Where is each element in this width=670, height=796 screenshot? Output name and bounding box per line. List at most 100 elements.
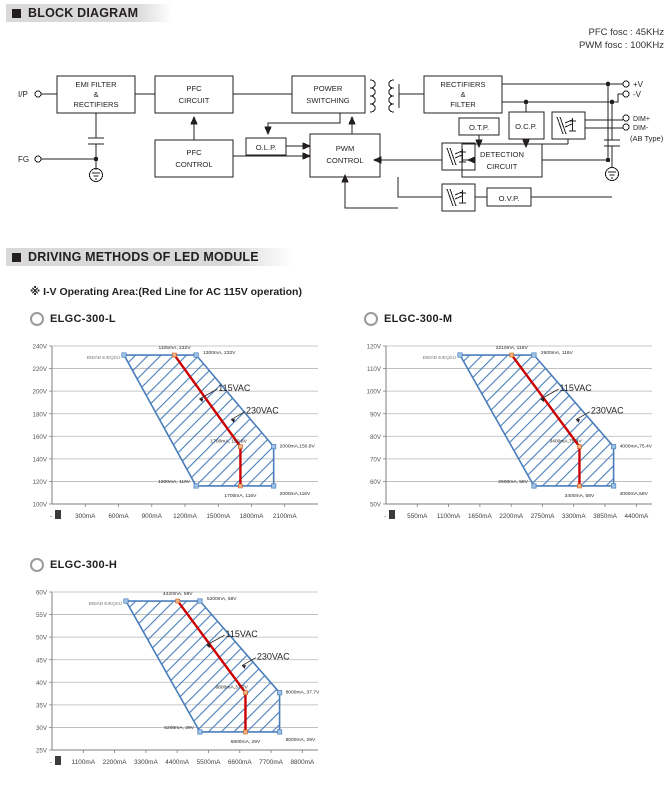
ground-symbol-output bbox=[605, 167, 619, 181]
chart-annotation: 4000mA,75.4V bbox=[620, 444, 653, 450]
label-power-switching-1: POWER bbox=[314, 84, 343, 93]
chart-annotation: 1700mA, 116V bbox=[224, 493, 257, 499]
ytick-label: 60V bbox=[36, 590, 48, 597]
ytick-label: 25V bbox=[36, 748, 48, 755]
block-power-switching bbox=[291, 75, 366, 114]
label-emi-3: RECTIFIERS bbox=[73, 100, 118, 109]
envelope-vertex-marker bbox=[197, 598, 203, 604]
chart-svg-1: 50V 60V 70V 80V 90V 100V 110V 120V 550mA 1100mA 16… bbox=[367, 344, 653, 520]
chart-annotation: 230VAC bbox=[591, 406, 624, 416]
label-dim-plus: DIM+ bbox=[633, 116, 650, 123]
chart-annotation: 115VAC bbox=[226, 629, 259, 639]
chart-annotation: 2000mA,150.8V bbox=[280, 444, 316, 450]
chart-annotation: 6800mA,37.7V bbox=[215, 685, 248, 691]
operating-area-envelope bbox=[123, 354, 275, 487]
label-detection-1: DETECTION bbox=[480, 150, 524, 159]
block-pfc-circuit bbox=[154, 75, 234, 114]
label-pwm-1: PWM bbox=[336, 144, 355, 153]
terminal-dim-plus bbox=[622, 114, 630, 122]
ytick-label: 70V bbox=[370, 456, 382, 463]
chart-annotation: 230VAC bbox=[246, 406, 279, 416]
envelope-vertex-marker bbox=[277, 690, 283, 696]
ytick-label: 50V bbox=[370, 502, 382, 509]
block-pfc-control bbox=[154, 139, 234, 178]
chart-annotation: 1300mA, 116V bbox=[158, 479, 191, 485]
label-rect-2: & bbox=[460, 90, 465, 99]
chart-annotation: 115VAC bbox=[218, 383, 251, 393]
envelope-vertex-marker bbox=[531, 483, 537, 489]
envelope-vertex-marker bbox=[271, 444, 277, 450]
envelope-vertex-marker bbox=[197, 729, 203, 735]
label-pfc-control-1: PFC bbox=[186, 148, 202, 157]
ytick-label: 120V bbox=[33, 479, 48, 486]
chart-annotation: 2210mA, 116V bbox=[496, 345, 529, 351]
origin-marker-icon bbox=[55, 510, 61, 519]
label-pfc-control-2: CONTROL bbox=[175, 160, 212, 169]
xtick-label: 8800mA bbox=[290, 759, 315, 766]
transformer-primary bbox=[369, 79, 376, 113]
chart-annotation: 1700mA, 150.8V bbox=[210, 439, 247, 445]
xtick-label: 2750mA bbox=[531, 513, 556, 520]
label-rect-3: FILTER bbox=[450, 100, 476, 109]
xtick-label: 1100mA bbox=[437, 513, 461, 520]
xtick-label: 3300mA bbox=[134, 759, 159, 766]
block-diagram: EMI FILTER & RECTIFIERS PFC CIRCUIT PFC … bbox=[18, 75, 664, 212]
label-minus-v: -V bbox=[633, 90, 642, 99]
ytick-label: 40V bbox=[36, 680, 48, 687]
label-emi-1: EMI FILTER bbox=[75, 80, 117, 89]
xtick-label: 1100mA bbox=[72, 759, 96, 766]
xtick-label: 5500mA bbox=[197, 759, 222, 766]
ytick-label: 240V bbox=[33, 344, 48, 351]
ground-symbol-input bbox=[89, 168, 103, 182]
chart-annotation: 8000mA, 37.7V bbox=[286, 690, 320, 696]
envelope-vertex-marker bbox=[121, 352, 127, 358]
xtick-label: 1650mA bbox=[468, 513, 493, 520]
envelope-vertex-marker bbox=[611, 444, 617, 450]
chart-annotation: 5200mA, 29V bbox=[164, 725, 194, 731]
chart-annotation: 6800mA, 29V bbox=[231, 739, 261, 745]
chart-title-text-l: ELGC-300-L bbox=[50, 313, 116, 325]
label-fg: FG bbox=[18, 155, 29, 164]
ytick-label: 200V bbox=[33, 389, 48, 396]
ytick-label: 35V bbox=[36, 702, 48, 709]
chart-annotation: 3400mA,75.4V bbox=[549, 439, 582, 445]
red-line-vertex-marker bbox=[175, 598, 181, 604]
label-olp: O.L.P. bbox=[256, 143, 277, 152]
envelope-vertex-marker bbox=[271, 483, 277, 489]
ytick-label: 110V bbox=[367, 366, 382, 373]
xtick-label: 2200mA bbox=[499, 513, 524, 520]
ytick-label: 160V bbox=[33, 434, 48, 441]
driving-methods-section-header: DRIVING METHODS OF LED MODULE bbox=[6, 248, 293, 267]
red-line-vertex-marker bbox=[238, 444, 243, 449]
label-ab-type: (AB Type) bbox=[630, 134, 664, 143]
red-line-vertex-marker bbox=[243, 690, 248, 695]
origin-marker-dash: - bbox=[50, 514, 52, 520]
operating-area-envelope bbox=[125, 600, 281, 733]
red-line-vertex-marker bbox=[577, 444, 582, 449]
envelope-vertex-marker bbox=[193, 483, 199, 489]
ytick-label: 140V bbox=[33, 456, 48, 463]
xtick-label: 550mA bbox=[407, 513, 428, 520]
pfc-fosc-text: PFC fosc : 45KHz bbox=[588, 27, 665, 38]
xtick-label: 4400mA bbox=[165, 759, 190, 766]
xtick-label: 1800mA bbox=[240, 513, 265, 520]
garbled-watermark-label: ÐtÐÀÐ EÆÇÐÙ bbox=[87, 354, 120, 360]
xtick-label: 300mA bbox=[75, 513, 96, 520]
plot-area-h: 25V 30V 35V 40V 45V 50V 55V 60V 1100mA 2200mA 3300… bbox=[18, 578, 330, 784]
red-line-vertex-marker bbox=[172, 352, 177, 358]
xtick-label: 3850mA bbox=[593, 513, 618, 520]
terminal-positive-v bbox=[622, 80, 630, 88]
label-power-switching-2: SWITCHING bbox=[306, 96, 350, 105]
xtick-label: 2100mA bbox=[273, 513, 298, 520]
xtick-label: 3300mA bbox=[562, 513, 587, 520]
xtick-label: 900mA bbox=[142, 513, 163, 520]
operating-area-envelope bbox=[459, 354, 615, 487]
garbled-watermark-label: ÐtÐÀÐ EÆÇÐÙ bbox=[89, 600, 122, 606]
origin-marker-dash: - bbox=[50, 760, 52, 766]
red-line-vertex-marker bbox=[238, 483, 243, 489]
xtick-label: 2200mA bbox=[103, 759, 128, 766]
bullet-square-icon-2 bbox=[12, 252, 21, 262]
plot-area-m: 50V 60V 70V 80V 90V 100V 110V 120V 550mA 1100mA 16… bbox=[352, 332, 664, 538]
ytick-label: 220V bbox=[33, 366, 48, 373]
ytick-label: 80V bbox=[370, 434, 382, 441]
